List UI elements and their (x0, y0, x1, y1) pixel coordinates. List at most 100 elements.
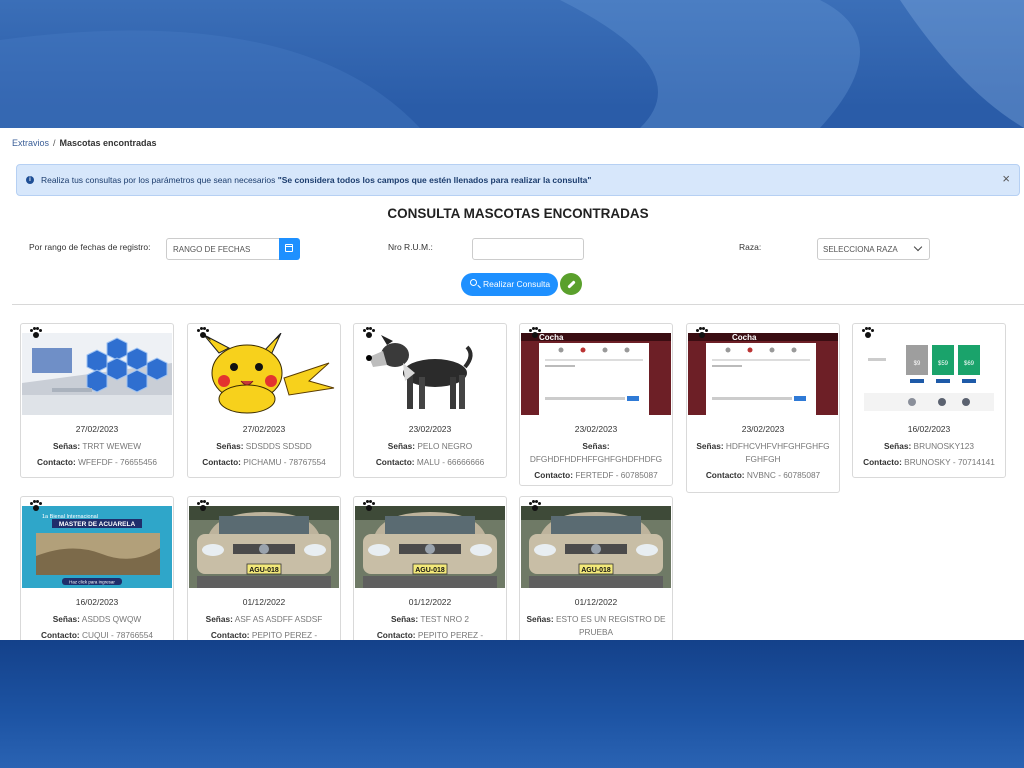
pet-card[interactable]: $9 $59 $69 16/02/2023 Señas: BRUNOSKY123… (852, 323, 1006, 478)
pet-photo: AGU-018 (355, 506, 505, 588)
contacto-value: WFEFDF - 76655456 (78, 457, 157, 467)
card-date: 23/02/2023 (741, 424, 785, 434)
pet-photo (189, 333, 339, 415)
chevron-down-icon (913, 242, 923, 252)
card-senas: Señas: ASF AS ASDFF ASDSF (194, 613, 334, 626)
license-plate: AGU-018 (415, 567, 445, 574)
date-range-input[interactable]: RANGO DE FECHAS (166, 238, 280, 260)
contacto-label: Contacto: (376, 630, 416, 640)
contacto-value: MALU - 66666666 (416, 457, 485, 467)
senas-label: Señas: (216, 441, 244, 451)
contacto-label: Contacto: (375, 457, 415, 467)
contacto-value: PEPITO PEREZ - (417, 630, 484, 640)
card-senas: Señas: HDFHCVHFVHFGHFGHFG FGHFGH (693, 440, 833, 466)
pet-card[interactable]: Cocha 23/02/2023 Señas: DFGHDFHDFHFFGHFG… (519, 323, 673, 486)
senas-value: TEST NRO 2 (420, 614, 470, 624)
senas-label: Señas: (52, 614, 80, 624)
info-icon: i (26, 176, 34, 184)
senas-value: TRRT WEWEW (82, 441, 142, 451)
results-grid: 27/02/2023 Señas: TRRT WEWEW Contacto: W… (0, 323, 1024, 640)
license-plate: AGU-018 (581, 567, 611, 574)
senas-label: Señas: (390, 614, 419, 624)
senas-value: ESTO ES UN REGISTRO DE PRUEBA (555, 614, 666, 637)
senas-label: Señas: (884, 441, 912, 451)
acuarela-cta: Haz click para ingresar (69, 580, 115, 585)
card-senas: Señas: DFGHDFHDFHFFGHFGHDFHDFG (526, 440, 666, 466)
card-contacto: Contacto: PEPITO PEREZ - (192, 629, 336, 640)
calendar-icon (285, 244, 293, 252)
card-date: 01/12/2022 (242, 597, 286, 607)
senas-label: Señas: (387, 441, 416, 451)
card-senas: Señas: ASDDS QWQW (27, 613, 167, 626)
senas-value: DFGHDFHDFHFFGHFGHDFHDFG (529, 454, 663, 464)
paw-icon (363, 500, 375, 511)
contacto-value: CUQUI - 78766554 (82, 630, 154, 640)
senas-label: Señas: (205, 614, 233, 624)
pet-card[interactable]: 23/02/2023 Señas: PELO NEGRO Contacto: M… (353, 323, 507, 478)
breadcrumb-separator: / (53, 138, 56, 148)
bottom-background (0, 640, 1024, 768)
card-senas: Señas: PELO NEGRO (360, 440, 500, 453)
paw-icon (363, 327, 375, 338)
pet-card[interactable]: 27/02/2023 Señas: SDSDDS SDSDD Contacto:… (187, 323, 341, 478)
pet-card[interactable]: 27/02/2023 Señas: TRRT WEWEW Contacto: W… (20, 323, 174, 478)
alert-message: Realiza tus consultas por los parámetros… (41, 175, 591, 185)
cocha-logo-text: Cocha (732, 333, 757, 342)
app-frame: Extravios / Mascotas encontradas i Realiza… (0, 128, 1024, 640)
breadcrumb: Extravios / Mascotas encontradas (12, 138, 157, 148)
pet-card[interactable]: 1a Bienal Internacional MASTER DE ACUARE… (20, 496, 174, 640)
card-contacto: Contacto: WFEFDF - 76655456 (25, 456, 169, 469)
card-date: 01/12/2022 (574, 597, 618, 607)
breadcrumb-link-extravios[interactable]: Extravios (12, 138, 49, 148)
paw-icon (30, 500, 42, 511)
senas-label: Señas: (696, 441, 724, 451)
senas-label: Señas: (526, 614, 554, 624)
price-1: $9 (914, 361, 921, 367)
raza-select[interactable]: SELECCIONA RAZA (817, 238, 930, 260)
paw-icon (696, 327, 708, 338)
pet-photo: 1a Bienal Internacional MASTER DE ACUARE… (22, 506, 172, 588)
card-contacto: Contacto: CUQUI - 78766554 (25, 629, 169, 640)
pet-photo: AGU-018 (189, 506, 339, 588)
contacto-label: Contacto: (202, 457, 241, 467)
pet-card[interactable]: AGU-018 01/12/2022 Señas: ESTO ES UN REG… (519, 496, 673, 640)
pet-card[interactable]: AGU-018 01/12/2022 Señas: ASF AS ASDFF A… (187, 496, 341, 640)
license-plate: AGU-018 (249, 567, 279, 574)
info-alert: i Realiza tus consultas por los parámetr… (16, 164, 1020, 196)
senas-value: BRUNOSKY123 (913, 441, 974, 451)
query-button[interactable]: Realizar Consulta (461, 273, 558, 296)
date-range-label: Por rango de fechas de registro: (29, 242, 151, 252)
calendar-button[interactable] (279, 238, 300, 260)
card-contacto: Contacto: PEPITO PEREZ - (358, 629, 502, 640)
contacto-label: Contacto: (210, 630, 250, 640)
card-date: 16/02/2023 (907, 424, 951, 434)
price-3: $69 (964, 361, 975, 367)
search-panel: CONSULTA MASCOTAS ENCONTRADAS Por rango … (12, 198, 1024, 305)
price-2: $59 (938, 361, 949, 367)
card-contacto: Contacto: BRUNOSKY - 70714141 (857, 456, 1001, 469)
card-senas: Señas: SDSDDS SDSDD (194, 440, 334, 453)
pet-photo: AGU-018 (521, 506, 671, 588)
paw-icon (197, 327, 209, 338)
brush-icon (567, 280, 576, 289)
clear-button[interactable] (560, 273, 582, 295)
contacto-label: Contacto: (863, 457, 902, 467)
paw-icon (862, 327, 874, 338)
card-contacto: Contacto: MALU - 66666666 (358, 456, 502, 469)
breadcrumb-current: Mascotas encontradas (59, 138, 157, 148)
card-senas: Señas: TRRT WEWEW (27, 440, 167, 453)
senas-value: ASDDS QWQW (81, 614, 142, 624)
card-date: 27/02/2023 (242, 424, 286, 434)
pet-card[interactable]: AGU-018 01/12/2022 Señas: TEST NRO 2 Con… (353, 496, 507, 640)
pet-card[interactable]: Cocha 23/02/2023 Señas: HDFHCVHFVHFGHFGH… (686, 323, 840, 493)
page-title: CONSULTA MASCOTAS ENCONTRADAS (387, 206, 649, 221)
contacto-label: Contacto: (534, 470, 573, 480)
rum-input[interactable] (472, 238, 584, 260)
close-icon[interactable]: × (1002, 172, 1010, 186)
paw-icon (30, 327, 42, 338)
acuarela-title: MASTER DE ACUARELA (59, 521, 136, 528)
card-date: 16/02/2023 (75, 597, 119, 607)
pet-photo (355, 333, 505, 415)
senas-value: SDSDDS SDSDD (245, 441, 312, 451)
rum-label: Nro R.U.M.: (388, 242, 433, 252)
